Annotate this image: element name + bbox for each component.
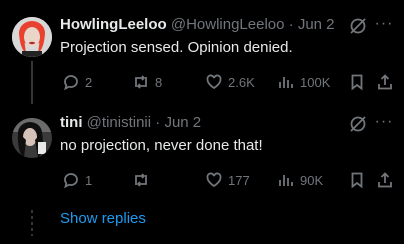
avatar-image (12, 118, 52, 158)
view-count: 90K (300, 172, 324, 188)
reply-icon (64, 173, 78, 189)
show-replies-row[interactable]: Show replies (0, 204, 404, 244)
action-bar: 2 8 2.6K 100K (60, 72, 392, 92)
reply-button[interactable]: 2 (62, 73, 92, 91)
views-button[interactable]: 90K (277, 171, 323, 189)
action-bar: 1 177 90K (60, 170, 392, 190)
share-icon (378, 74, 392, 90)
retweet-icon (135, 75, 147, 89)
tweet-header: tini @tinistinii · Jun 2 (60, 113, 201, 133)
view-count: 100K (300, 74, 331, 90)
retweet-button[interactable] (132, 171, 155, 189)
grok-icon (350, 116, 366, 132)
share-button[interactable] (376, 73, 394, 91)
reply-count: 2 (85, 74, 93, 90)
like-icon (206, 74, 222, 90)
thread-dots (31, 210, 33, 236)
retweet-button[interactable]: 8 (132, 73, 162, 91)
avatar[interactable] (12, 118, 52, 158)
avatar[interactable] (12, 17, 52, 57)
more-button[interactable]: ··· (374, 112, 394, 132)
views-icon (279, 175, 293, 186)
author-name[interactable]: tini (60, 114, 83, 131)
tweet-header: HowlingLeeloo @HowlingLeeloo · Jun 2 (60, 15, 335, 35)
share-icon (378, 172, 392, 188)
show-replies-link[interactable]: Show replies (60, 209, 146, 229)
retweet-icon (135, 173, 147, 187)
more-icon: ··· (374, 113, 394, 130)
thread-line (31, 61, 33, 104)
like-count: 177 (228, 172, 250, 188)
avatar-image (12, 17, 52, 57)
bookmark-icon (351, 74, 363, 91)
grok-icon (350, 18, 366, 34)
reply-button[interactable]: 1 (62, 171, 92, 189)
views-button[interactable]: 100K (277, 73, 330, 91)
reply-icon (64, 75, 78, 91)
separator: · (288, 16, 294, 33)
views-icon (279, 77, 293, 88)
reply-count: 1 (85, 172, 93, 188)
like-button[interactable]: 177 (205, 171, 250, 189)
retweet-count: 8 (155, 74, 163, 90)
tweet-date[interactable]: Jun 2 (164, 114, 201, 131)
grok-button[interactable] (348, 16, 368, 36)
author-name[interactable]: HowlingLeeloo (60, 16, 167, 33)
tweet-date[interactable]: Jun 2 (298, 16, 335, 33)
bookmark-button[interactable] (348, 73, 366, 91)
more-icon: ··· (374, 15, 394, 32)
bookmark-icon (351, 172, 363, 189)
share-button[interactable] (376, 171, 394, 189)
like-count: 2.6K (228, 74, 255, 90)
separator: · (155, 114, 161, 131)
more-button[interactable]: ··· (374, 14, 394, 34)
like-icon (206, 172, 222, 188)
bookmark-button[interactable] (348, 171, 366, 189)
grok-button[interactable] (348, 114, 368, 134)
author-handle[interactable]: @HowlingLeeloo (171, 16, 285, 33)
like-button[interactable]: 2.6K (205, 73, 255, 91)
author-handle[interactable]: @tinistinii (87, 114, 151, 131)
